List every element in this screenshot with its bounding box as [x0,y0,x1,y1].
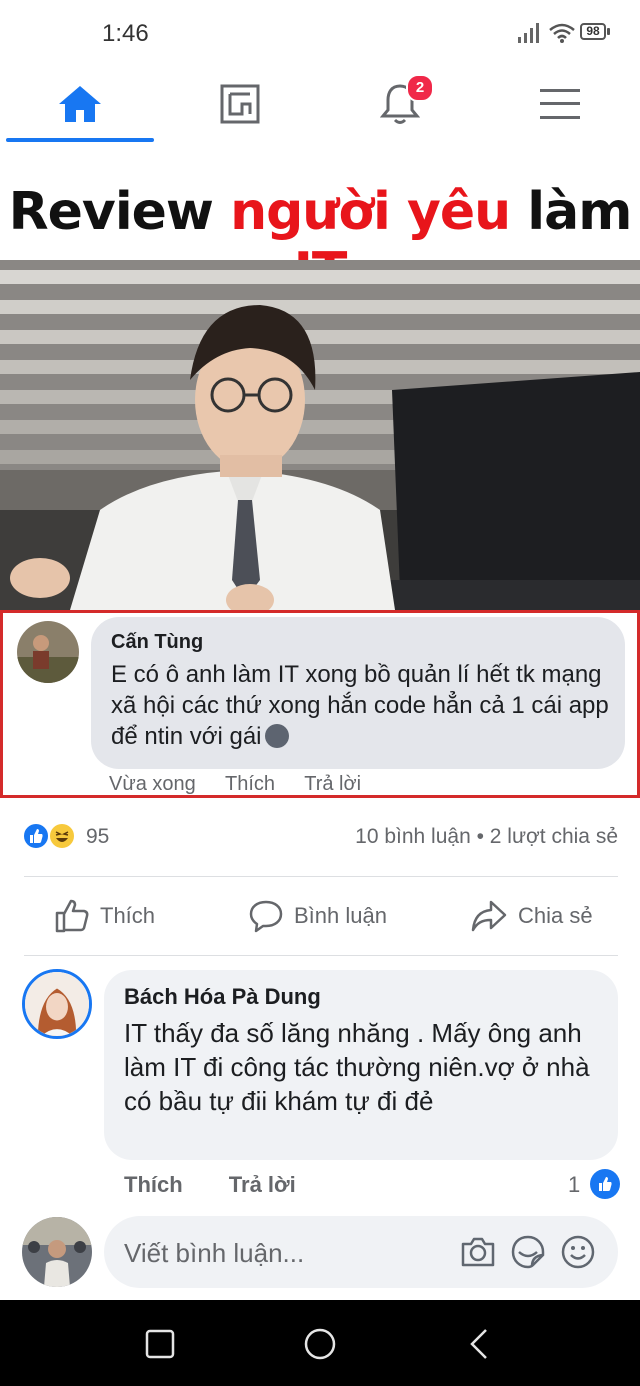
status-time: 1:46 [102,20,149,47]
status-bar: 1:46 98 [0,0,640,66]
comment-input[interactable]: Viết bình luận... [104,1216,618,1288]
monitor [392,372,640,590]
camera-icon[interactable] [460,1234,496,1270]
system-navigation-bar [0,1300,640,1386]
reaction-count: 95 [86,825,110,848]
notification-badge: 2 [406,74,434,102]
comment-reply-button[interactable]: Trả lời [229,1172,296,1197]
like-button[interactable]: Thích [54,877,155,955]
embedded-comment-text: E có ô anh làm IT xong bồ quản lí hết tk… [111,659,621,752]
share-button[interactable]: Chia sẻ [470,877,593,955]
post-image[interactable]: Review người yêu làm IT [0,142,640,798]
embedded-comment-reply: Trả lời [304,773,362,795]
feed-icon [220,84,260,124]
meme-title-part1: Review [8,182,231,242]
comments-shares-count[interactable]: 10 bình luận • 2 lượt chia sẻ [355,825,618,849]
back-icon[interactable] [462,1326,498,1362]
embedded-comment-screenshot: Cấn Tùng E có ô anh làm IT xong bồ quản … [0,610,640,798]
battery-level: 98 [586,24,600,38]
comment-like-count: 1 [568,1172,581,1197]
like-reaction-icon [22,822,50,850]
comment-label: Bình luận [294,903,387,928]
reactions-summary[interactable]: 95 10 bình luận • 2 lượt chia sẻ [0,808,640,866]
comment-like-reaction-icon [590,1169,620,1199]
embedded-comment-author: Cấn Tùng [111,631,204,653]
speech-bubble-icon [249,900,283,933]
embedded-comment-time: Vừa xong [109,773,196,795]
top-nav-bar: 2 [0,66,640,143]
comment-text: IT thấy đa số lăng nhăng . Mấy ông anh l… [124,1018,590,1116]
hamburger-menu-icon [540,89,580,119]
home-icon [59,86,101,122]
meme-title-part2: người yêu [230,182,511,242]
comment-like-button[interactable]: Thích [124,1172,183,1197]
tab-menu[interactable] [480,66,640,142]
recent-apps-icon[interactable] [142,1326,178,1362]
system-home-icon[interactable] [302,1326,338,1362]
comment-actions: Thích Trả lời [124,1172,296,1198]
embedded-comment-actions: Vừa xong Thích Trả lời [109,773,385,796]
thumbs-up-icon [55,899,89,933]
comment-author-avatar[interactable] [22,969,92,1039]
signal-icon [518,23,539,43]
comment-button[interactable]: Bình luận [248,877,387,955]
commenter-avatar [17,621,79,683]
comment-input-placeholder: Viết bình luận... [124,1238,305,1268]
dark-moon-emoji-icon [264,724,289,748]
share-label: Chia sẻ [518,903,593,928]
post-action-bar: Thích Bình luận Chia sẻ [0,877,640,955]
comment-bubble: Bách Hóa Pà Dung IT thấy đa số lăng nhăn… [104,970,618,1160]
tab-home[interactable] [0,66,160,142]
tab-notifications[interactable]: 2 [320,66,480,142]
emoji-icon[interactable] [560,1234,596,1270]
meme-photo [0,260,640,610]
wifi-icon [549,23,575,43]
embedded-comment-like: Thích [224,773,276,795]
share-arrow-icon [471,900,507,932]
embedded-comment-bubble: Cấn Tùng E có ô anh làm IT xong bồ quản … [91,617,625,769]
divider [24,955,618,956]
current-user-avatar [22,1217,92,1287]
comment-author-name[interactable]: Bách Hóa Pà Dung [124,984,321,1010]
meme-title-part3: làm [510,182,632,242]
like-label: Thích [100,903,156,928]
tab-feed[interactable] [160,66,320,142]
haha-reaction-icon [48,822,76,850]
battery-icon: 98 [580,21,612,43]
embedded-comment-body: E có ô anh làm IT xong bồ quản lí hết tk… [111,661,609,750]
sticker-icon[interactable] [510,1234,546,1270]
